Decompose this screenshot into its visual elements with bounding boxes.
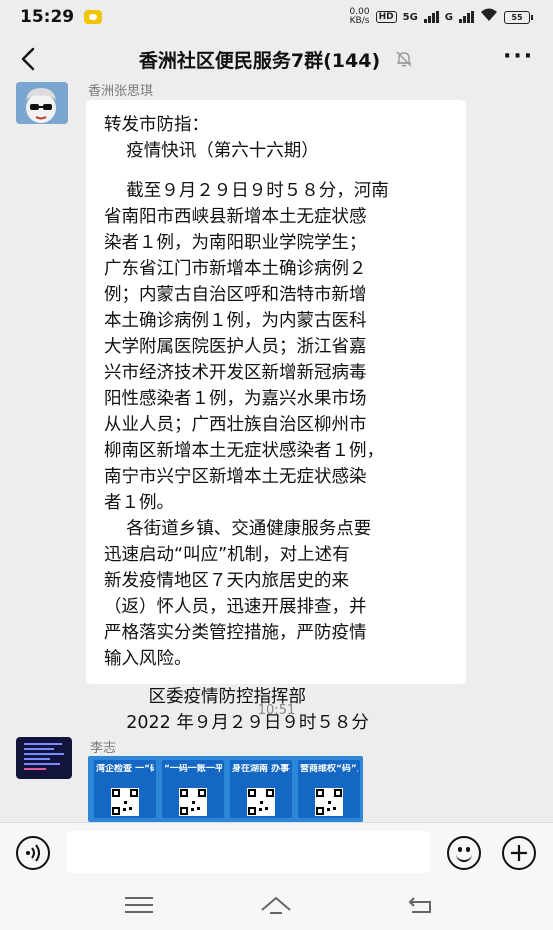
message-line: 转发市防指： xyxy=(104,115,209,135)
voice-input-button[interactable] xyxy=(16,836,50,870)
net-speed-unit: KB/s xyxy=(349,16,370,26)
battery-level: 55 xyxy=(504,10,530,24)
sender-name: 李志 xyxy=(90,741,117,756)
poster-card: 湾企检查 一“码”当先 xyxy=(94,760,156,818)
message-line: 南宁市兴宁区新增本土无症状感染 xyxy=(104,467,367,487)
poster-card: 身在湖南 办事不难 xyxy=(230,760,292,818)
message-line: 大学附属医院医护人员；浙江省嘉 xyxy=(104,337,367,357)
message-line: 本土确诊病例１例，为内蒙古医科 xyxy=(104,311,367,331)
sender-name: 香洲张思琪 xyxy=(88,84,154,99)
message-line: （返）怀人员，迅速开展排查，并 xyxy=(104,597,367,617)
poster-card: “一码一账一平台” 工作体系 xyxy=(162,760,224,818)
signal-bars-icon-2 xyxy=(459,11,474,23)
image-message[interactable]: 湾企检查 一“码”当先 “一码一账一平台” 工作体系 身在湖南 办事不难 营商维… xyxy=(88,756,363,822)
signal-5g-label: 5G xyxy=(402,11,418,23)
qr-code-icon xyxy=(315,788,343,816)
message-line: 省南阳市西峡县新增本土无症状感 xyxy=(104,207,367,227)
qr-code-icon xyxy=(111,788,139,816)
avatar[interactable] xyxy=(16,82,68,124)
qr-code-icon xyxy=(179,788,207,816)
message-line: 输入风险。 xyxy=(104,649,192,669)
input-bar xyxy=(0,822,553,880)
chat-title: 香洲社区便民服务7群(144) xyxy=(138,49,381,72)
message-line: 阳性感染者１例，为嘉兴水果市场 xyxy=(104,389,367,409)
status-bar: 15:29 0.00 KB/s HD 5G G 55 xyxy=(0,0,553,34)
status-time: 15:29 xyxy=(20,7,75,27)
message-line: 者１例。 xyxy=(104,493,174,513)
system-nav-bar xyxy=(0,880,553,930)
net-speed: 0.00 KB/s xyxy=(350,8,370,26)
plus-icon xyxy=(511,845,527,861)
battery-icon: 55 xyxy=(504,10,533,24)
message-line: 例；内蒙古自治区呼和浩特市新增 xyxy=(104,285,367,305)
message-line: 各街道乡镇、交通健康服务点要 xyxy=(104,519,372,539)
message-line: 广东省江门市新增本土确诊病例２ xyxy=(104,259,367,279)
message-line: 新发疫情地区７天内旅居史的来 xyxy=(104,571,349,591)
message-text: 转发市防指： 疫情快讯（第六十六期） 截至９月２９日９时５８分，河南 省南阳市西… xyxy=(104,112,454,736)
chat-header: 香洲社区便民服务7群(144) ··· xyxy=(0,34,553,84)
app-notification-icon xyxy=(84,10,103,24)
wifi-icon xyxy=(480,8,498,26)
title-wrap: 香洲社区便民服务7群(144) xyxy=(0,34,553,84)
poster-card-title: 身在湖南 办事不难 xyxy=(232,764,290,774)
message-line: 迅速启动“叫应”机制，对上述有 xyxy=(104,545,350,565)
emoji-icon xyxy=(456,852,472,862)
more-options-icon[interactable]: ··· xyxy=(503,46,533,70)
signal-bars-icon xyxy=(423,11,439,23)
back-icon[interactable] xyxy=(406,894,436,914)
message-line: 从业人员；广西壮族自治区柳州市 xyxy=(104,415,367,435)
avatar[interactable] xyxy=(16,737,72,779)
add-attachment-button[interactable] xyxy=(502,836,536,870)
poster-card: 营商维权“码”上办 xyxy=(298,760,360,818)
status-left: 15:29 xyxy=(20,7,103,27)
message-bubble[interactable]: 转发市防指： 疫情快讯（第六十六期） 截至９月２９日９时５８分，河南 省南阳市西… xyxy=(86,100,466,733)
message-line: 截至９月２９日９时５８分，河南 xyxy=(104,181,389,201)
message-input[interactable] xyxy=(67,831,430,873)
voice-icon xyxy=(26,844,40,862)
message-line: 兴市经济技术开发区新增新冠病毒 xyxy=(104,363,367,383)
menu-icon[interactable] xyxy=(125,897,153,913)
message-line: 柳南区新增本土无症状感染者１例， xyxy=(104,441,384,461)
poster-card-title: 营商维权“码”上办 xyxy=(300,764,358,774)
qr-code-icon xyxy=(247,788,275,816)
signature-gap xyxy=(104,672,454,684)
status-right: 0.00 KB/s HD 5G G 55 xyxy=(350,8,533,26)
mute-bell-icon xyxy=(396,51,412,67)
emoji-button[interactable] xyxy=(447,836,481,870)
poster-card-title: “一码一账一平台” 工作体系 xyxy=(164,764,222,774)
message-timestamp: 10:51 xyxy=(257,703,296,718)
signal-g-label: G xyxy=(444,11,453,23)
home-icon[interactable] xyxy=(258,892,294,916)
message-line: 疫情快讯（第六十六期） xyxy=(104,141,319,161)
message-line: 染者１例，为南阳职业学院学生； xyxy=(104,233,367,253)
hd-badge: HD xyxy=(375,11,397,23)
poster-card-title: 湾企检查 一“码”当先 xyxy=(96,764,154,774)
back-arrow-icon[interactable] xyxy=(14,44,44,74)
message-line: 严格落实分类管控措施，严防疫情 xyxy=(104,623,367,643)
